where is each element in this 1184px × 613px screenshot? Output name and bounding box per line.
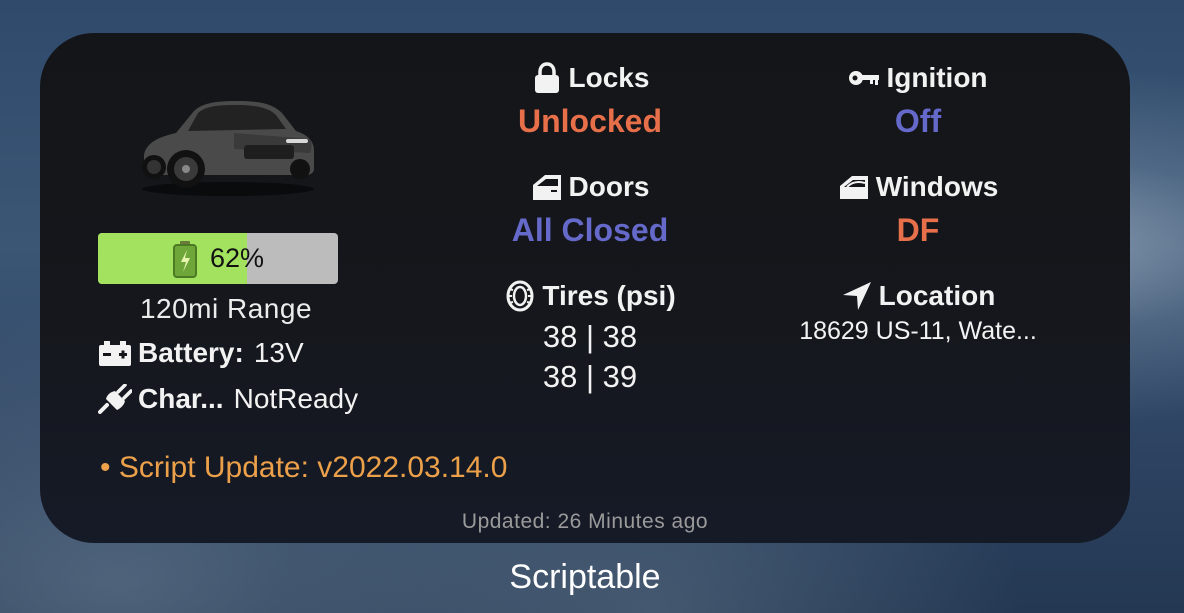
tire-icon [506, 280, 534, 312]
location-label: Location [878, 280, 996, 311]
ignition-status: Ignition Off [788, 61, 1048, 140]
battery-voltage-label: Battery: [138, 337, 244, 368]
locks-value: Unlocked [517, 103, 663, 139]
locks-label: Locks [568, 62, 650, 93]
ignition-value: Off [894, 103, 942, 139]
location-arrow-icon [842, 282, 871, 310]
doors-value: All Closed [511, 212, 669, 248]
door-icon [532, 175, 561, 200]
widget-app-name: Scriptable [509, 558, 661, 596]
key-icon [849, 71, 880, 85]
script-update-notice[interactable]: • Script Update: v2022.03.14.0 [100, 451, 507, 485]
tires-label: Tires (psi) [542, 280, 676, 311]
range-text: 120mi Range [139, 293, 313, 324]
battery-percent: 62% [209, 243, 265, 273]
location-status[interactable]: Location 18629 US-11, Wate... [758, 279, 1078, 346]
tires-rear-psi: 38 | 39 [542, 359, 638, 394]
car-battery-icon [99, 341, 131, 366]
car-image [142, 101, 314, 196]
locks-status: Locks Unlocked [460, 61, 720, 140]
plug-icon [98, 384, 132, 414]
windows-value: DF [896, 212, 940, 248]
ignition-label: Ignition [886, 62, 988, 93]
location-value: 18629 US-11, Wate... [799, 317, 1037, 345]
windows-label: Windows [875, 171, 999, 202]
tires-status: Tires (psi) 38 | 38 38 | 39 [460, 279, 720, 397]
charging-row: Char... NotReady [98, 383, 358, 415]
battery-voltage-value: 13V [253, 337, 304, 368]
battery-level-bar: 62% [98, 233, 338, 284]
window-icon [839, 176, 868, 199]
windows-status: Windows DF [788, 170, 1048, 249]
lock-icon [534, 62, 559, 93]
tires-front-psi: 38 | 38 [542, 319, 638, 354]
battery-voltage-row: Battery: 13V [98, 337, 304, 369]
vehicle-status-widget[interactable]: 62% 120mi Range Battery: 13V Char... Not… [40, 33, 1130, 543]
charging-label: Char... [138, 383, 224, 414]
battery-icon [172, 240, 197, 278]
doors-status: Doors All Closed [460, 170, 720, 249]
charging-value: NotReady [233, 383, 359, 414]
doors-label: Doors [568, 171, 650, 202]
last-updated-text: Updated: 26 Minutes ago [461, 510, 709, 533]
